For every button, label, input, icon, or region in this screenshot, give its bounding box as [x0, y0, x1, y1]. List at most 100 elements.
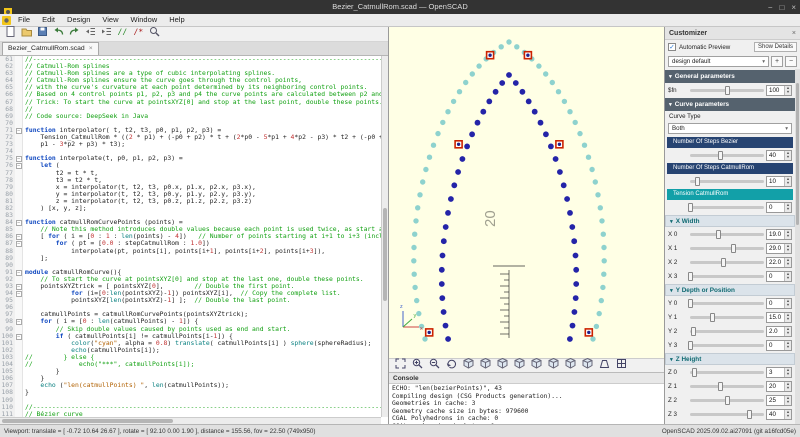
- slider-thumb[interactable]: [718, 151, 723, 160]
- slider-thumb[interactable]: [691, 327, 696, 336]
- code-line[interactable]: 69// Code source: DeepSeek in Java: [0, 113, 381, 120]
- maximize-button[interactable]: □: [779, 3, 784, 12]
- slider-thumb[interactable]: [688, 299, 693, 308]
- slider-thumb[interactable]: [695, 177, 700, 186]
- back-view-button[interactable]: [478, 359, 492, 372]
- code-line[interactable]: 73 p1 - 3*p2 + p3) * t3);: [0, 141, 381, 148]
- zoom-in-button[interactable]: [410, 359, 424, 372]
- center-view-button[interactable]: [580, 359, 594, 372]
- param-slider[interactable]: [690, 275, 764, 278]
- diagonal-view-button[interactable]: [563, 359, 577, 372]
- param-slider[interactable]: [690, 89, 764, 92]
- slider-thumb[interactable]: [692, 368, 697, 377]
- menu-help[interactable]: Help: [163, 14, 190, 26]
- spinner-arrows-icon[interactable]: ▲▼: [784, 203, 791, 212]
- group-x-width[interactable]: ▾X Width: [665, 215, 795, 227]
- param-slider[interactable]: [690, 330, 764, 333]
- view-all-button[interactable]: [393, 359, 407, 372]
- param-slider[interactable]: [690, 399, 764, 402]
- viewport-canvas[interactable]: 20xzy: [389, 27, 664, 358]
- slider-thumb[interactable]: [725, 86, 730, 95]
- param-spinbox[interactable]: 100▲▼: [766, 85, 792, 96]
- tab-close-icon[interactable]: ×: [89, 43, 93, 55]
- show-details-button[interactable]: Show Details: [754, 42, 797, 52]
- param-spinbox[interactable]: 19.0▲▼: [766, 229, 792, 240]
- console-output[interactable]: ECHO: "len(bezierPoints)", 43Compiling d…: [389, 384, 664, 424]
- code-line[interactable]: 105 }: [0, 368, 381, 375]
- code-line[interactable]: 107 echo ("len(catmullPoints) ", len(cat…: [0, 382, 381, 389]
- param-spinbox[interactable]: 20▲▼: [766, 381, 792, 392]
- orthogonal-button[interactable]: [614, 359, 628, 372]
- redo-button[interactable]: [67, 28, 81, 41]
- spinner-arrows-icon[interactable]: ▲▼: [784, 258, 791, 267]
- spinner-arrows-icon[interactable]: ▲▼: [784, 341, 791, 350]
- param-slider[interactable]: [690, 247, 764, 250]
- slider-thumb[interactable]: [747, 410, 752, 419]
- bottom-view-button[interactable]: [546, 359, 560, 372]
- code-line[interactable]: 82 ) [x, y, z];: [0, 205, 381, 212]
- new-file-button[interactable]: [3, 28, 17, 41]
- curve-type-select[interactable]: Both▾: [668, 123, 792, 134]
- spinner-arrows-icon[interactable]: ▲▼: [784, 86, 791, 95]
- group-z-height[interactable]: ▾Z Height: [665, 353, 795, 365]
- spinner-arrows-icon[interactable]: ▲▼: [784, 396, 791, 405]
- top-view-button[interactable]: [529, 359, 543, 372]
- param-slider[interactable]: [690, 180, 764, 183]
- slider-thumb[interactable]: [688, 341, 693, 350]
- customizer-close-icon[interactable]: ×: [792, 30, 796, 37]
- spinner-arrows-icon[interactable]: ▲▼: [784, 177, 791, 186]
- spinner-arrows-icon[interactable]: ▲▼: [784, 327, 791, 336]
- reset-view-button[interactable]: [444, 359, 458, 372]
- unindent-button[interactable]: [83, 28, 97, 41]
- param-spinbox[interactable]: 2.0▲▼: [766, 326, 792, 337]
- slider-thumb[interactable]: [731, 244, 736, 253]
- save-file-button[interactable]: [35, 28, 49, 41]
- param-slider[interactable]: [690, 385, 764, 388]
- close-button[interactable]: ×: [791, 3, 796, 12]
- param-spinbox[interactable]: 40▲▼: [766, 409, 792, 420]
- param-slider[interactable]: [690, 233, 764, 236]
- spinner-arrows-icon[interactable]: ▲▼: [784, 368, 791, 377]
- param-spinbox[interactable]: 0▲▼: [766, 202, 792, 213]
- param-spinbox[interactable]: 10▲▼: [766, 176, 792, 187]
- section-general-parameters[interactable]: ▾General parameters: [665, 70, 795, 83]
- editor-vertical-scrollbar[interactable]: [381, 56, 388, 417]
- param-spinbox[interactable]: 29.0▲▼: [766, 243, 792, 254]
- preset-remove-button[interactable]: −: [785, 56, 797, 67]
- spinner-arrows-icon[interactable]: ▲▼: [784, 299, 791, 308]
- param-spinbox[interactable]: 0▲▼: [766, 298, 792, 309]
- undo-button[interactable]: [51, 28, 65, 41]
- slider-thumb[interactable]: [725, 396, 730, 405]
- slider-thumb[interactable]: [718, 382, 723, 391]
- slider-thumb[interactable]: [688, 272, 693, 281]
- minimize-button[interactable]: −: [768, 3, 773, 12]
- param-slider[interactable]: [690, 206, 764, 209]
- spinner-arrows-icon[interactable]: ▲▼: [784, 313, 791, 322]
- comment-button[interactable]: //: [115, 28, 129, 41]
- code-line[interactable]: 89 ];: [0, 255, 381, 262]
- search-button[interactable]: [147, 28, 161, 41]
- spinner-arrows-icon[interactable]: ▲▼: [784, 382, 791, 391]
- code-line[interactable]: 108}: [0, 389, 381, 396]
- param-slider[interactable]: [690, 302, 764, 305]
- param-spinbox[interactable]: 15.0▲▼: [766, 312, 792, 323]
- indent-button[interactable]: [99, 28, 113, 41]
- group-y-depth-or-position[interactable]: ▾Y Depth or Position: [665, 284, 795, 296]
- param-slider[interactable]: [690, 316, 764, 319]
- code-line[interactable]: 67// Trick: To start the curve at points…: [0, 99, 381, 106]
- spinner-arrows-icon[interactable]: ▲▼: [784, 244, 791, 253]
- zoom-out-button[interactable]: [427, 359, 441, 372]
- section-curve-parameters[interactable]: ▾Curve parameters: [665, 98, 795, 111]
- slider-thumb[interactable]: [688, 203, 693, 212]
- customizer-scrollbar[interactable]: [795, 69, 800, 424]
- param-spinbox[interactable]: 0▲▼: [766, 271, 792, 282]
- spinner-arrows-icon[interactable]: ▲▼: [784, 410, 791, 419]
- param-slider[interactable]: [690, 344, 764, 347]
- perspective-button[interactable]: [597, 359, 611, 372]
- code-editor[interactable]: 61//------------------------------------…: [0, 56, 381, 417]
- code-line[interactable]: 95 pointsXYZ[len(pointsXYZ)-1] ]; // Dou…: [0, 297, 381, 304]
- param-spinbox[interactable]: 22.0▲▼: [766, 257, 792, 268]
- preset-select[interactable]: design default▾: [668, 56, 769, 67]
- uncomment-button[interactable]: /*: [131, 28, 145, 41]
- param-spinbox[interactable]: 25▲▼: [766, 395, 792, 406]
